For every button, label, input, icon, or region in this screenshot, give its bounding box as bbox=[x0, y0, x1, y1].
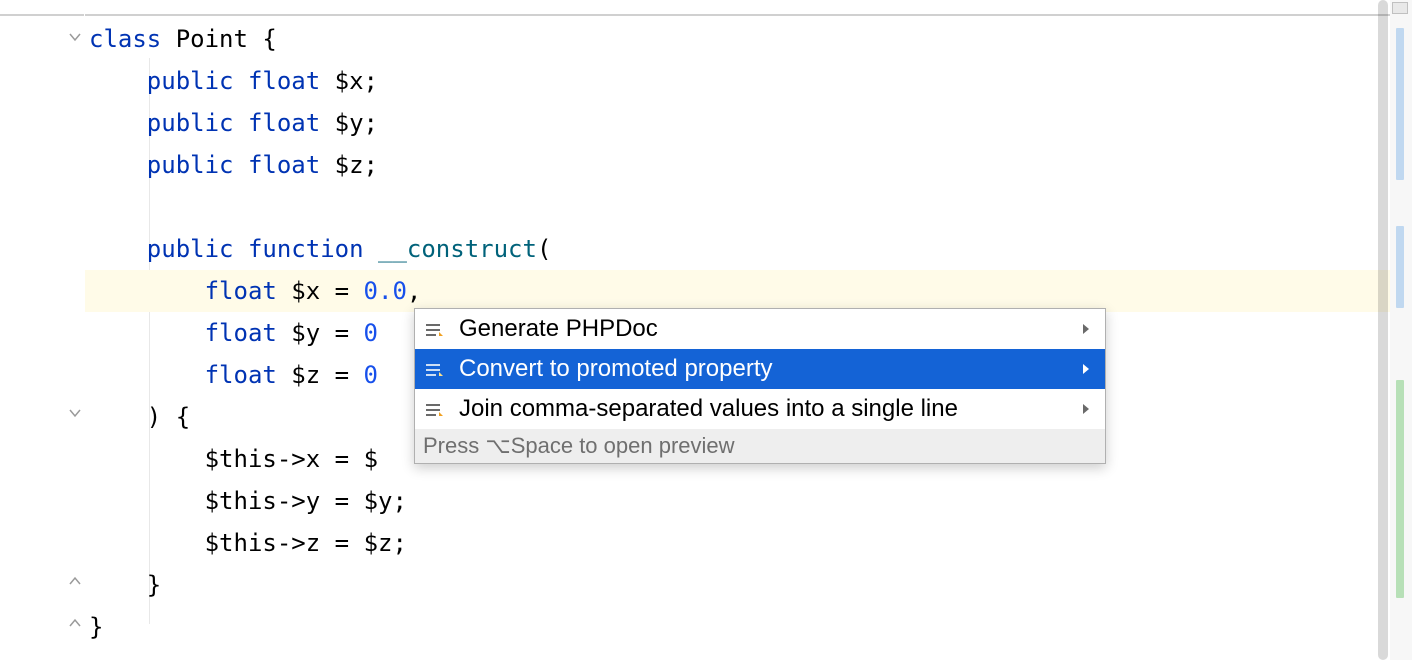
intention-item-label: Join comma-separated values into a singl… bbox=[459, 395, 1081, 423]
intention-icon bbox=[425, 359, 453, 379]
code-line[interactable]: public function __construct( bbox=[85, 228, 1412, 270]
top-divider-code bbox=[85, 14, 1412, 16]
chevron-right-icon bbox=[1081, 315, 1105, 343]
fold-icon-method-close[interactable] bbox=[68, 574, 84, 588]
code-line[interactable]: $this->y = $y; bbox=[85, 480, 1412, 522]
chevron-right-icon bbox=[1081, 355, 1105, 383]
scrollbar-thumb[interactable] bbox=[1378, 0, 1388, 660]
code-line[interactable]: } bbox=[85, 606, 1412, 648]
marker-segment[interactable] bbox=[1396, 380, 1404, 598]
intention-item-generate-phpdoc[interactable]: Generate PHPDoc bbox=[415, 309, 1105, 349]
intention-item-label: Generate PHPDoc bbox=[459, 315, 1081, 343]
intention-icon bbox=[425, 319, 453, 339]
code-line[interactable]: public float $z; bbox=[85, 144, 1412, 186]
code-line[interactable]: class Point { bbox=[85, 18, 1412, 60]
intention-item-join-comma[interactable]: Join comma-separated values into a singl… bbox=[415, 389, 1105, 429]
top-divider bbox=[0, 14, 84, 16]
scrollbar-track[interactable] bbox=[1376, 0, 1390, 660]
marker-bar bbox=[1390, 0, 1412, 660]
code-line[interactable]: $this->z = $z; bbox=[85, 522, 1412, 564]
code-line[interactable]: public float $y; bbox=[85, 102, 1412, 144]
fold-icon-method-open[interactable] bbox=[68, 406, 84, 420]
chevron-right-icon bbox=[1081, 395, 1105, 423]
code-line[interactable]: } bbox=[85, 564, 1412, 606]
intention-item-label: Convert to promoted property bbox=[459, 355, 1081, 383]
fold-icon-class-close[interactable] bbox=[68, 616, 84, 630]
code-line[interactable]: public float $x; bbox=[85, 60, 1412, 102]
intention-actions-popup: Generate PHPDoc Convert to promoted prop… bbox=[414, 308, 1106, 464]
marker-header bbox=[1392, 2, 1408, 14]
marker-segment[interactable] bbox=[1396, 28, 1404, 180]
gutter bbox=[0, 0, 85, 660]
intention-item-convert-promoted[interactable]: Convert to promoted property bbox=[415, 349, 1105, 389]
code-line-highlighted[interactable]: float $x = 0.0, bbox=[85, 270, 1412, 312]
fold-icon-class-open[interactable] bbox=[68, 30, 84, 44]
intention-icon bbox=[425, 399, 453, 419]
intention-footer-hint: Press ⌥Space to open preview bbox=[415, 429, 1105, 463]
code-line-empty[interactable] bbox=[85, 186, 1412, 228]
marker-segment[interactable] bbox=[1396, 226, 1404, 308]
